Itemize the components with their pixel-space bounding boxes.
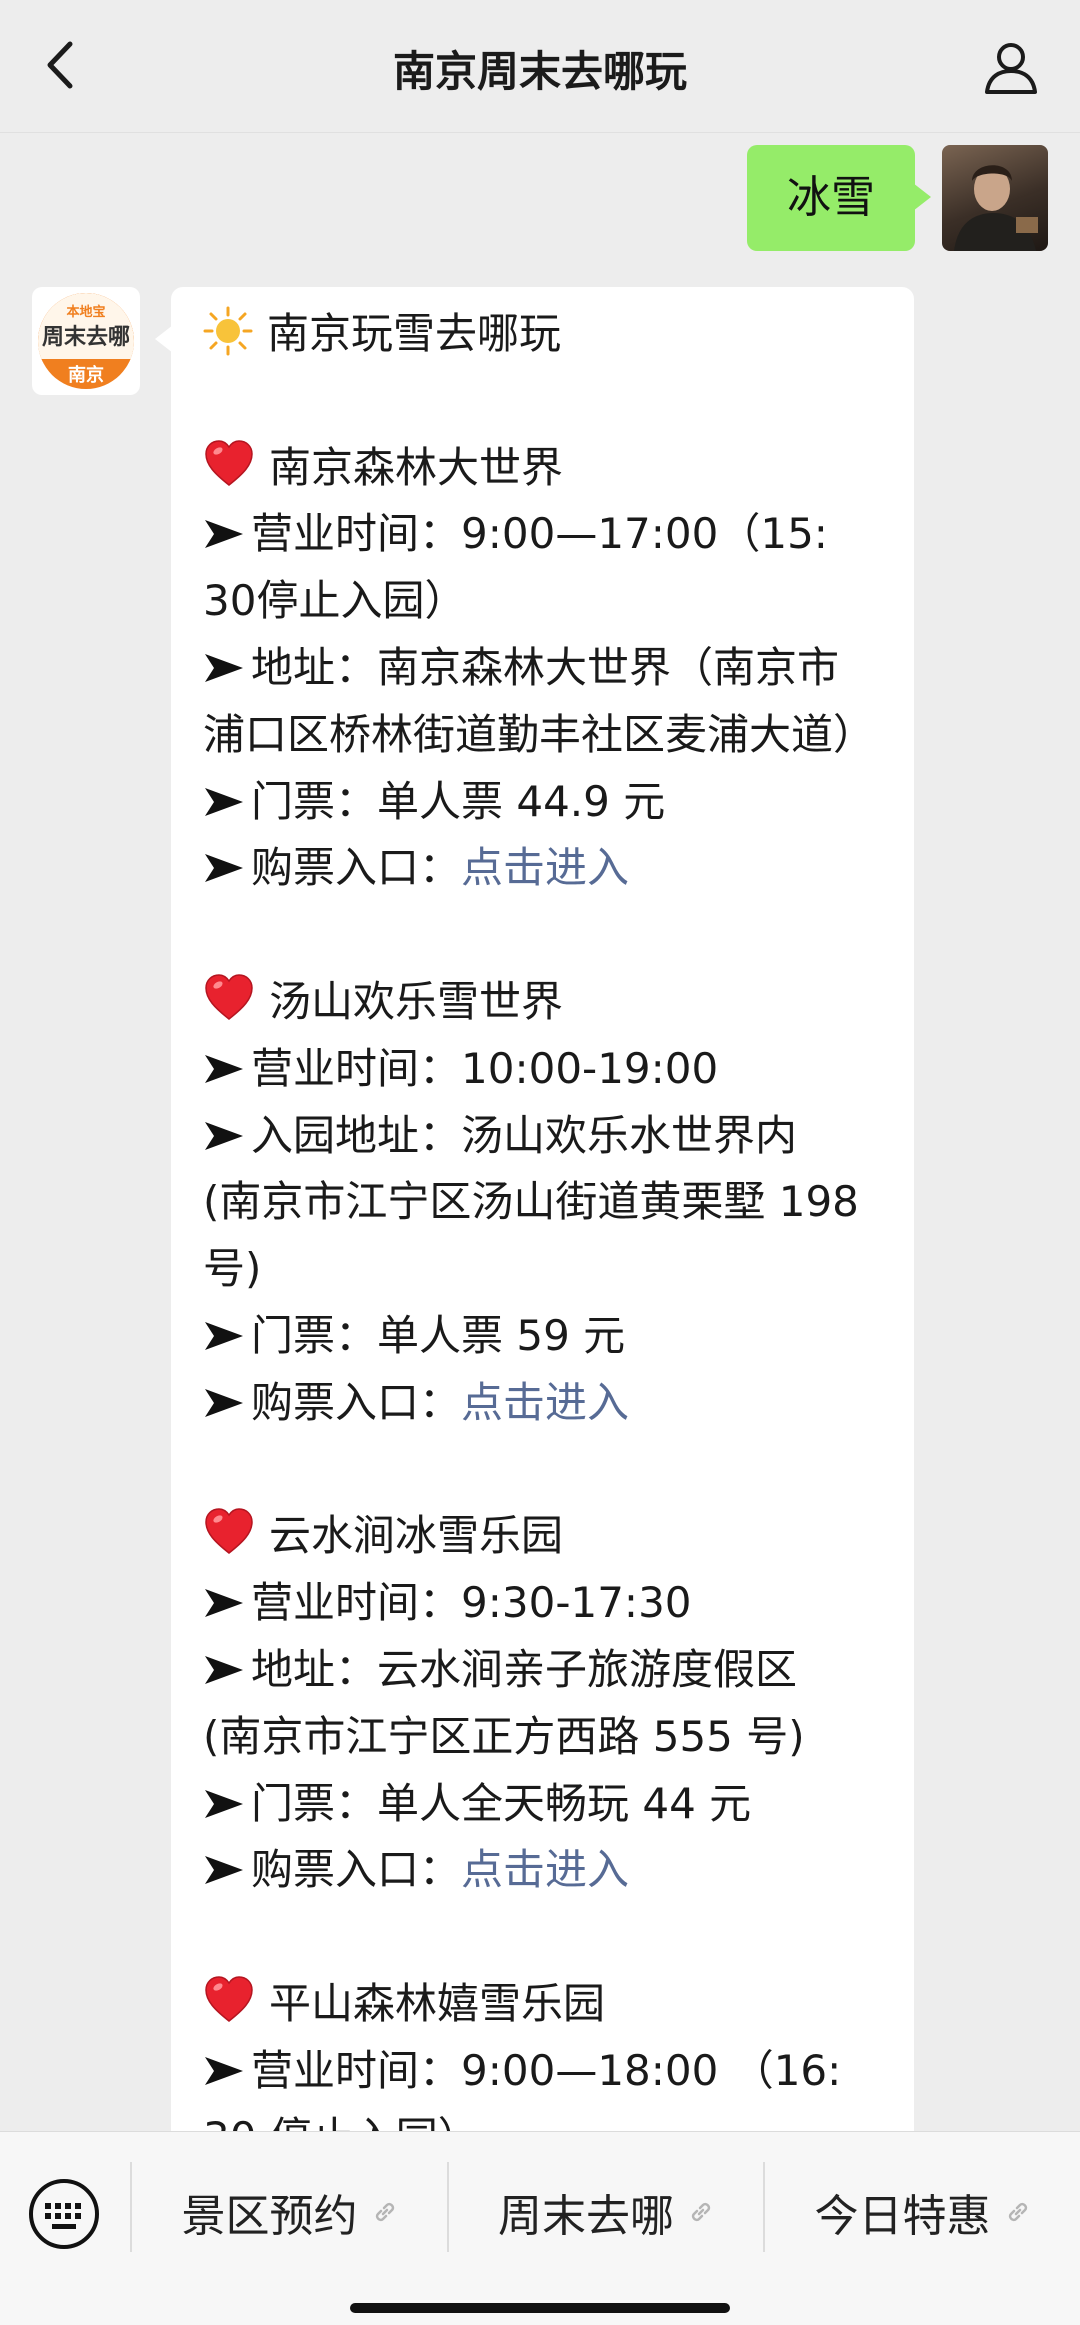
- user-avatar-picture: [954, 165, 1038, 251]
- message-line: 营业时间：9:00—18:00 （16:: [203, 2038, 893, 2105]
- message-line: 地址：南京森林大世界（南京市: [203, 635, 893, 702]
- line-text: 购票入口：: [251, 1845, 462, 1895]
- arrow-icon: [205, 787, 243, 816]
- message-line: 浦口区桥林街道勤丰社区麦浦大道）: [203, 702, 893, 769]
- line-text: 30停止入园）: [203, 576, 467, 626]
- section-title: 云水涧冰雪乐园: [203, 1503, 893, 1570]
- line-text: 浦口区桥林街道勤丰社区麦浦大道）: [203, 709, 876, 759]
- line-text: (南京市江宁区汤山街道黄栗墅 198: [203, 1177, 859, 1227]
- line-text: 地址：南京森林大世界（南京市: [251, 642, 840, 692]
- menu-item-weekend[interactable]: 周末去哪: [449, 2172, 763, 2252]
- home-indicator[interactable]: [350, 2303, 730, 2313]
- message-line: (南京市江宁区正方西路 555 号): [203, 1704, 893, 1771]
- arrow-icon: [205, 1789, 243, 1818]
- line-text: 营业时间：9:30-17:30: [251, 1578, 692, 1628]
- message-line: 营业时间：9:30-17:30: [203, 1570, 893, 1637]
- section-title: 南京森林大世界: [203, 435, 893, 502]
- buy-ticket-link[interactable]: 点击进入: [461, 1378, 629, 1427]
- line-text: 门票：单人票 59 元: [251, 1310, 626, 1360]
- message-line: 购票入口：点击进入: [203, 835, 893, 902]
- heart-icon: [205, 439, 253, 486]
- buy-ticket-link[interactable]: 点击进入: [461, 1845, 629, 1894]
- message-line: 入园地址：汤山欢乐水世界内: [203, 1103, 893, 1170]
- user-avatar[interactable]: [942, 145, 1048, 251]
- message-line: 门票：单人票 59 元: [203, 1303, 893, 1370]
- keyboard-icon[interactable]: [28, 2178, 100, 2250]
- arrow-icon: [205, 854, 243, 883]
- heading-text: 南京玩雪去哪玩: [267, 309, 562, 358]
- message-line: 地址：云水涧亲子旅游度假区: [203, 1637, 893, 1704]
- avatar-title-text: 周末去哪: [41, 325, 130, 350]
- section-title: 汤山欢乐雪世界: [203, 969, 893, 1036]
- official-account-avatar[interactable]: 本地宝 周末去哪 南京: [32, 287, 140, 395]
- arrow-icon: [205, 2056, 243, 2085]
- arrow-icon: [205, 1121, 243, 1150]
- link-icon: [1008, 2202, 1027, 2222]
- arrow-icon: [205, 1856, 243, 1885]
- line-text: 营业时间：9:00—17:00（15:: [251, 509, 828, 559]
- arrow-icon: [205, 1388, 243, 1417]
- line-text: 营业时间：9:00—18:00 （16:: [251, 2045, 842, 2095]
- menu-item-label: 景区预约: [181, 2191, 358, 2242]
- menu-item-today-deals[interactable]: 今日特惠: [765, 2172, 1080, 2252]
- message-line: (南京市江宁区汤山街道黄栗墅 198: [203, 1169, 893, 1236]
- line-text: (南京市江宁区正方西路 555 号): [203, 1711, 805, 1761]
- message-heading: 南京玩雪去哪玩: [203, 301, 893, 368]
- line-text: 入园地址：汤山欢乐水世界内: [251, 1110, 798, 1160]
- arrow-icon: [205, 1054, 243, 1083]
- user-message-text: 冰雪: [787, 172, 875, 223]
- arrow-icon: [205, 653, 243, 682]
- arrow-icon: [205, 1655, 243, 1684]
- message-line: 号): [203, 1236, 893, 1303]
- person-icon[interactable]: [982, 38, 1040, 96]
- line-text: 南京森林大世界: [269, 442, 564, 492]
- line-text: 平山森林嬉雪乐园: [269, 1978, 606, 2028]
- bot-message-bubble[interactable]: 南京玩雪去哪玩 南京森林大世界营业时间：9:00—17:00（15: 30停止入园…: [171, 287, 914, 2147]
- line-text: 汤山欢乐雪世界: [269, 976, 564, 1026]
- line-text: 营业时间：10:00-19:00: [251, 1043, 719, 1093]
- avatar-brand-text: 本地宝: [66, 305, 106, 320]
- message-line: 购票入口：点击进入: [203, 1837, 893, 1904]
- message-line: 30停止入园）: [203, 568, 893, 635]
- heart-icon: [205, 1976, 253, 2022]
- message-line: 门票：单人全天畅玩 44 元: [203, 1771, 893, 1838]
- arrow-icon: [205, 1589, 243, 1618]
- bot-message-content: 南京玩雪去哪玩 南京森林大世界营业时间：9:00—17:00（15: 30停止入园…: [203, 301, 893, 2147]
- message-line: 营业时间：9:00—17:00（15:: [203, 501, 893, 568]
- menu-item-label: 周末去哪: [498, 2191, 674, 2242]
- buy-ticket-link[interactable]: 点击进入: [461, 843, 629, 892]
- line-text: 购票入口：: [251, 843, 462, 893]
- message-line: 门票：单人票 44.9 元: [203, 769, 893, 836]
- message-line: 营业时间：10:00-19:00: [203, 1036, 893, 1103]
- nav-bar: 南京周末去哪玩: [0, 0, 1080, 133]
- arrow-icon: [205, 520, 243, 549]
- line-text: 门票：单人票 44.9 元: [251, 776, 666, 826]
- section-title: 平山森林嬉雪乐园: [203, 1971, 893, 2038]
- menu-item-scenic-booking[interactable]: 景区预约: [132, 2172, 447, 2252]
- link-icon: [375, 2202, 394, 2222]
- line-text: 购票入口：: [251, 1377, 462, 1427]
- heart-icon: [205, 1508, 253, 1555]
- sun-icon: [203, 306, 253, 356]
- menu-item-label: 今日特惠: [814, 2191, 991, 2242]
- link-icon: [691, 2202, 711, 2222]
- line-text: 地址：云水涧亲子旅游度假区: [251, 1644, 798, 1694]
- line-text: 号): [203, 1244, 262, 1294]
- arrow-icon: [205, 1321, 243, 1350]
- message-line: 购票入口：点击进入: [203, 1370, 893, 1437]
- line-text: 云水涧冰雪乐园: [269, 1511, 564, 1561]
- page-title: 南京周末去哪玩: [392, 47, 687, 96]
- avatar-city-text: 南京: [68, 365, 104, 386]
- bottom-menu: 景区预约 周末去哪 今日特惠: [0, 2131, 1080, 2325]
- line-text: 门票：单人全天畅玩 44 元: [251, 1778, 752, 1828]
- user-message-bubble[interactable]: 冰雪: [747, 145, 931, 251]
- heart-icon: [205, 974, 253, 1020]
